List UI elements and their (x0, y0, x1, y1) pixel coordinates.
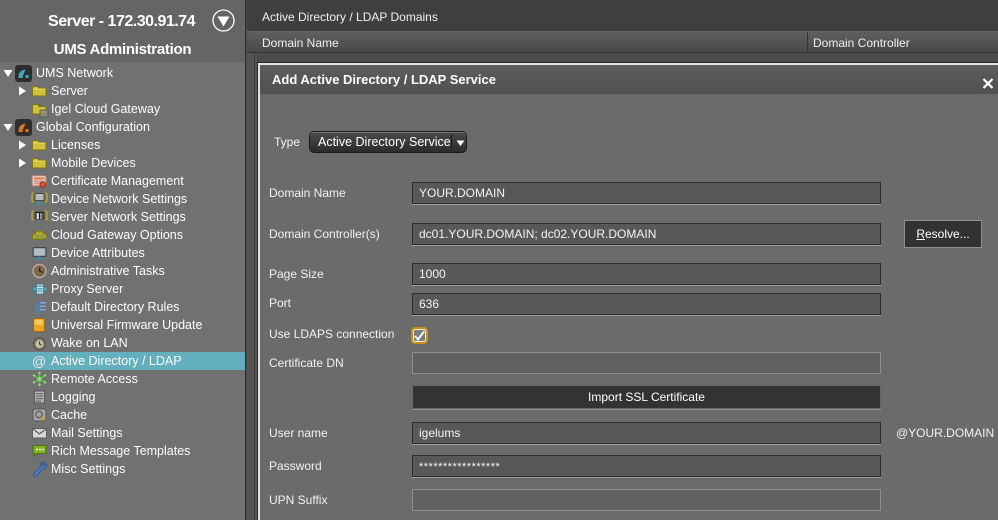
svg-text:@: @ (32, 353, 46, 369)
svg-text:§: § (34, 301, 41, 315)
svg-text:ICG: ICG (35, 235, 45, 241)
